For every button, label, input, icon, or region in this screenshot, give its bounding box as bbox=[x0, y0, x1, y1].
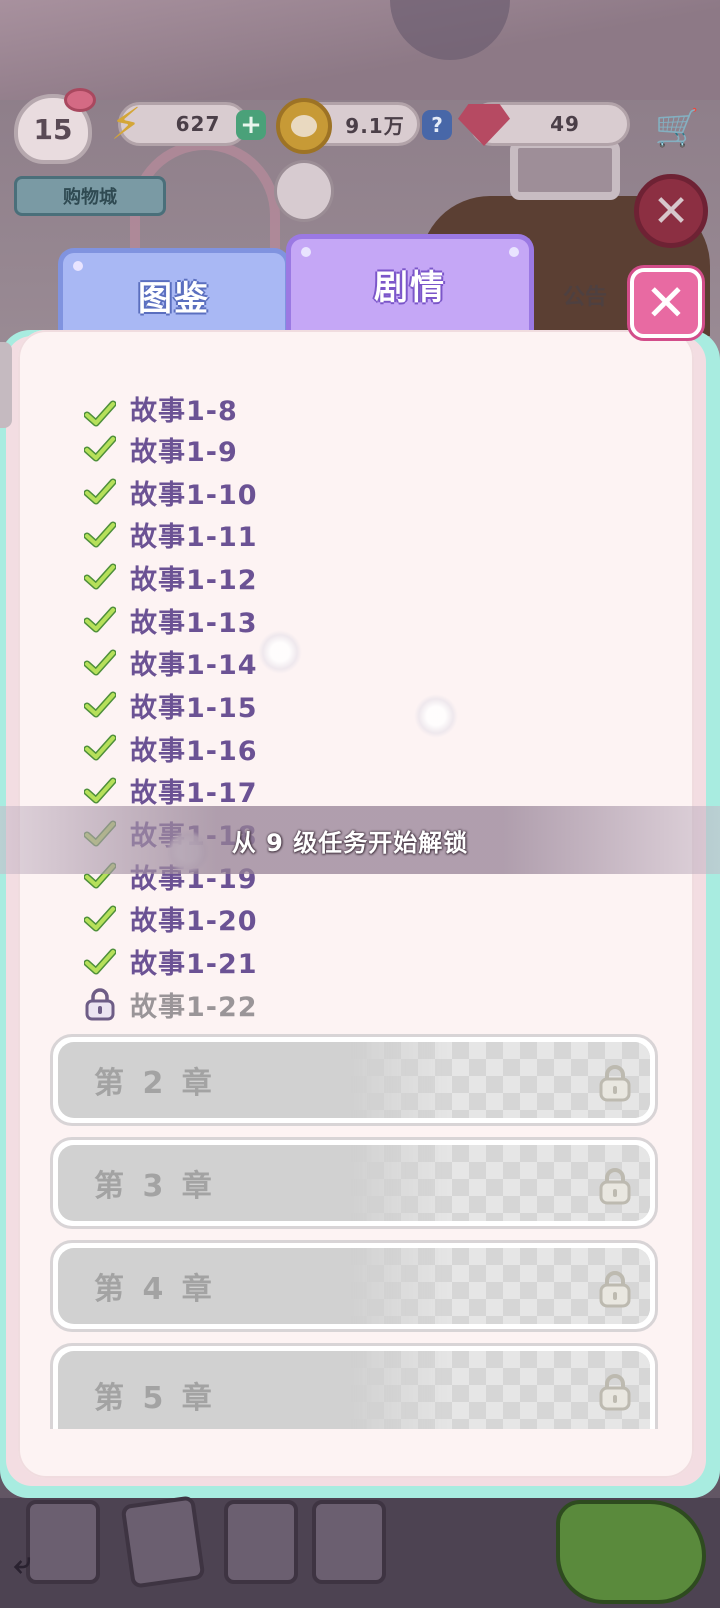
chapter-label: 第 3 章 bbox=[94, 1169, 216, 1204]
character-button[interactable] bbox=[556, 1500, 706, 1604]
checkmark-icon bbox=[84, 734, 116, 762]
chapter-2-row[interactable]: 第 2 章 bbox=[50, 1034, 658, 1126]
chapter-4-row[interactable]: 第 4 章 bbox=[50, 1240, 658, 1332]
chapter-row-body: 第 3 章 bbox=[58, 1145, 650, 1221]
shopping-mall-button[interactable]: 购物城 bbox=[14, 176, 166, 216]
unlock-hint-text: 从 9 级任务开始解锁 bbox=[231, 828, 469, 857]
background-close-icon: ✕ bbox=[634, 174, 708, 248]
story-label: 故事1-21 bbox=[130, 949, 258, 981]
story-label: 故事1-11 bbox=[130, 522, 258, 554]
checkmark-icon bbox=[84, 400, 116, 428]
tab-collection-label: 图鉴 bbox=[138, 279, 210, 319]
story-label: 故事1-20 bbox=[130, 906, 258, 938]
shopping-mall-label: 购物城 bbox=[63, 187, 117, 208]
back-arrow-icon[interactable]: ⤶ bbox=[14, 1546, 31, 1581]
tab-rivet-icon bbox=[509, 247, 519, 257]
shop-booth-button[interactable] bbox=[312, 1500, 386, 1584]
chapter-row-body: 第 2 章 bbox=[58, 1042, 650, 1118]
chapter-label: 第 5 章 bbox=[94, 1381, 216, 1416]
lock-icon bbox=[84, 987, 116, 1021]
chapter-label: 第 2 章 bbox=[94, 1066, 216, 1101]
notice-label[interactable]: 公告 bbox=[540, 270, 630, 320]
story-label: 故事1-8 bbox=[130, 396, 238, 427]
story-label: 故事1-12 bbox=[130, 564, 258, 596]
lightning-icon: ⚡ bbox=[110, 98, 142, 150]
story-item[interactable]: 故事1-12 bbox=[84, 556, 504, 599]
story-item[interactable]: 故事1-22 bbox=[84, 983, 504, 1026]
story-label: 故事1-14 bbox=[130, 650, 258, 682]
sparkle-decoration bbox=[258, 630, 302, 674]
checkmark-icon bbox=[84, 478, 116, 506]
lock-icon bbox=[598, 1064, 632, 1102]
coin-help-button[interactable]: ? bbox=[422, 110, 452, 140]
checkmark-icon bbox=[84, 521, 116, 549]
story-item[interactable]: 故事1-20 bbox=[84, 898, 504, 941]
unlock-hint-toast: 从 9 级任务开始解锁 bbox=[0, 806, 720, 874]
home-button[interactable] bbox=[26, 1500, 100, 1584]
story-item[interactable]: 故事1-21 bbox=[84, 940, 504, 983]
add-energy-button[interactable]: + bbox=[236, 110, 266, 140]
story-item[interactable]: 故事1-11 bbox=[84, 513, 504, 556]
energy-value: 627 bbox=[175, 112, 221, 136]
checkmark-icon bbox=[84, 905, 116, 933]
story-label: 故事1-13 bbox=[130, 607, 258, 639]
level-value: 15 bbox=[33, 112, 73, 146]
chapter-5-row[interactable]: 第 5 章 bbox=[50, 1343, 658, 1429]
story-label: 故事1-10 bbox=[130, 479, 258, 511]
checkmark-icon bbox=[84, 563, 116, 591]
chapter-3-row[interactable]: 第 3 章 bbox=[50, 1137, 658, 1229]
story-label: 故事1-16 bbox=[130, 735, 258, 767]
story-label: 故事1-17 bbox=[130, 778, 258, 810]
tab-collection[interactable]: 图鉴 bbox=[58, 248, 290, 338]
checkmark-icon bbox=[84, 606, 116, 634]
story-item[interactable]: 故事1-9 bbox=[84, 428, 504, 471]
background-bag bbox=[510, 140, 620, 200]
gem-value: 49 bbox=[550, 112, 580, 136]
lock-icon bbox=[598, 1373, 632, 1411]
sparkle-decoration bbox=[414, 694, 458, 738]
shopping-cart-icon[interactable]: 🛒 bbox=[650, 104, 704, 152]
background-wall bbox=[0, 0, 720, 100]
story-label: 故事1-9 bbox=[130, 436, 238, 468]
scrollbar-handle[interactable] bbox=[0, 342, 12, 428]
story-item[interactable]: 故事1-10 bbox=[84, 471, 504, 514]
checkmark-icon bbox=[84, 948, 116, 976]
chat-bubble-icon[interactable] bbox=[274, 160, 334, 222]
bow-icon bbox=[64, 88, 96, 112]
star-button[interactable] bbox=[120, 1495, 206, 1589]
profile-button[interactable] bbox=[224, 1500, 298, 1584]
chapter-row-body: 第 5 章 bbox=[58, 1351, 650, 1429]
chapter-row-body: 第 4 章 bbox=[58, 1248, 650, 1324]
chapter-label: 第 4 章 bbox=[94, 1272, 216, 1307]
lock-icon bbox=[598, 1270, 632, 1308]
close-button[interactable]: ✕ bbox=[630, 268, 702, 338]
coin-value: 9.1万 bbox=[345, 113, 405, 138]
coin-icon bbox=[276, 98, 332, 154]
checkmark-icon bbox=[84, 435, 116, 463]
story-label: 故事1-15 bbox=[130, 692, 258, 724]
tab-rivet-icon bbox=[73, 261, 83, 271]
tab-story-label: 剧情 bbox=[374, 268, 446, 308]
player-level-badge[interactable]: 15 bbox=[14, 88, 96, 164]
lock-icon bbox=[598, 1167, 632, 1205]
story-item[interactable]: 故事1-8 bbox=[84, 394, 504, 428]
tab-story[interactable]: 剧情 bbox=[286, 234, 534, 330]
checkmark-icon bbox=[84, 777, 116, 805]
tab-rivet-icon bbox=[301, 247, 311, 257]
checkmark-icon bbox=[84, 691, 116, 719]
checkmark-icon bbox=[84, 649, 116, 677]
story-label: 故事1-22 bbox=[130, 991, 258, 1023]
